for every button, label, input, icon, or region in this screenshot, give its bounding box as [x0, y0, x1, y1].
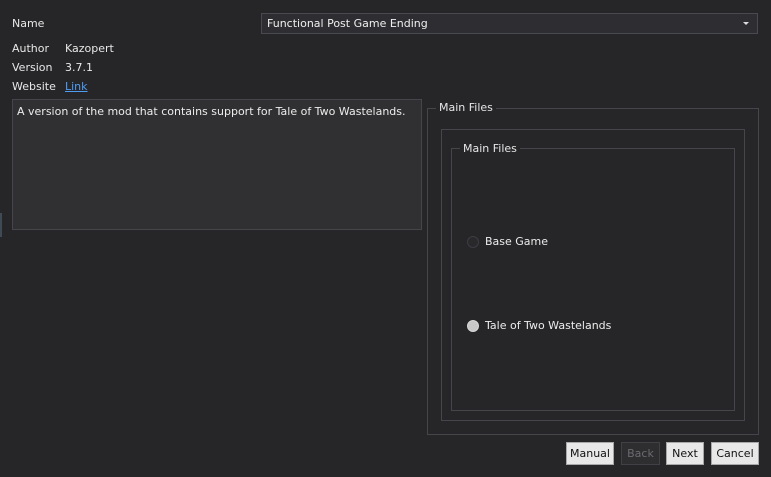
name-select[interactable]: Functional Post Game Ending [261, 13, 758, 34]
option-base-game[interactable]: Base Game [463, 233, 663, 251]
name-select-value: Functional Post Game Ending [267, 17, 428, 30]
cancel-button[interactable]: Cancel [711, 442, 759, 465]
option-tale-of-two-wastelands[interactable]: Tale of Two Wastelands [463, 317, 663, 335]
main-files-inner-group [451, 148, 735, 411]
window-edge-marker [0, 213, 2, 237]
inner-group-title: Main Files [460, 142, 520, 156]
back-button[interactable]: Back [621, 442, 660, 465]
description-text: A version of the mod that contains suppo… [17, 105, 406, 118]
author-label: Author [12, 42, 50, 55]
website-link[interactable]: Link [65, 80, 88, 94]
next-button[interactable]: Next [666, 442, 704, 465]
description-box[interactable]: A version of the mod that contains suppo… [12, 99, 422, 230]
chevron-down-icon[interactable] [743, 22, 749, 25]
radio-selected-icon[interactable] [467, 320, 479, 332]
name-label: Name [12, 17, 45, 30]
manual-button[interactable]: Manual [566, 442, 614, 465]
author-value: Kazopert [65, 42, 114, 55]
outer-group-title: Main Files [436, 101, 496, 115]
option-label: Base Game [485, 235, 549, 248]
option-label: Tale of Two Wastelands [485, 319, 612, 332]
version-value: 3.7.1 [65, 61, 93, 74]
version-label: Version [12, 61, 53, 74]
website-label: Website [12, 80, 56, 93]
radio-unselected-icon[interactable] [467, 236, 479, 248]
